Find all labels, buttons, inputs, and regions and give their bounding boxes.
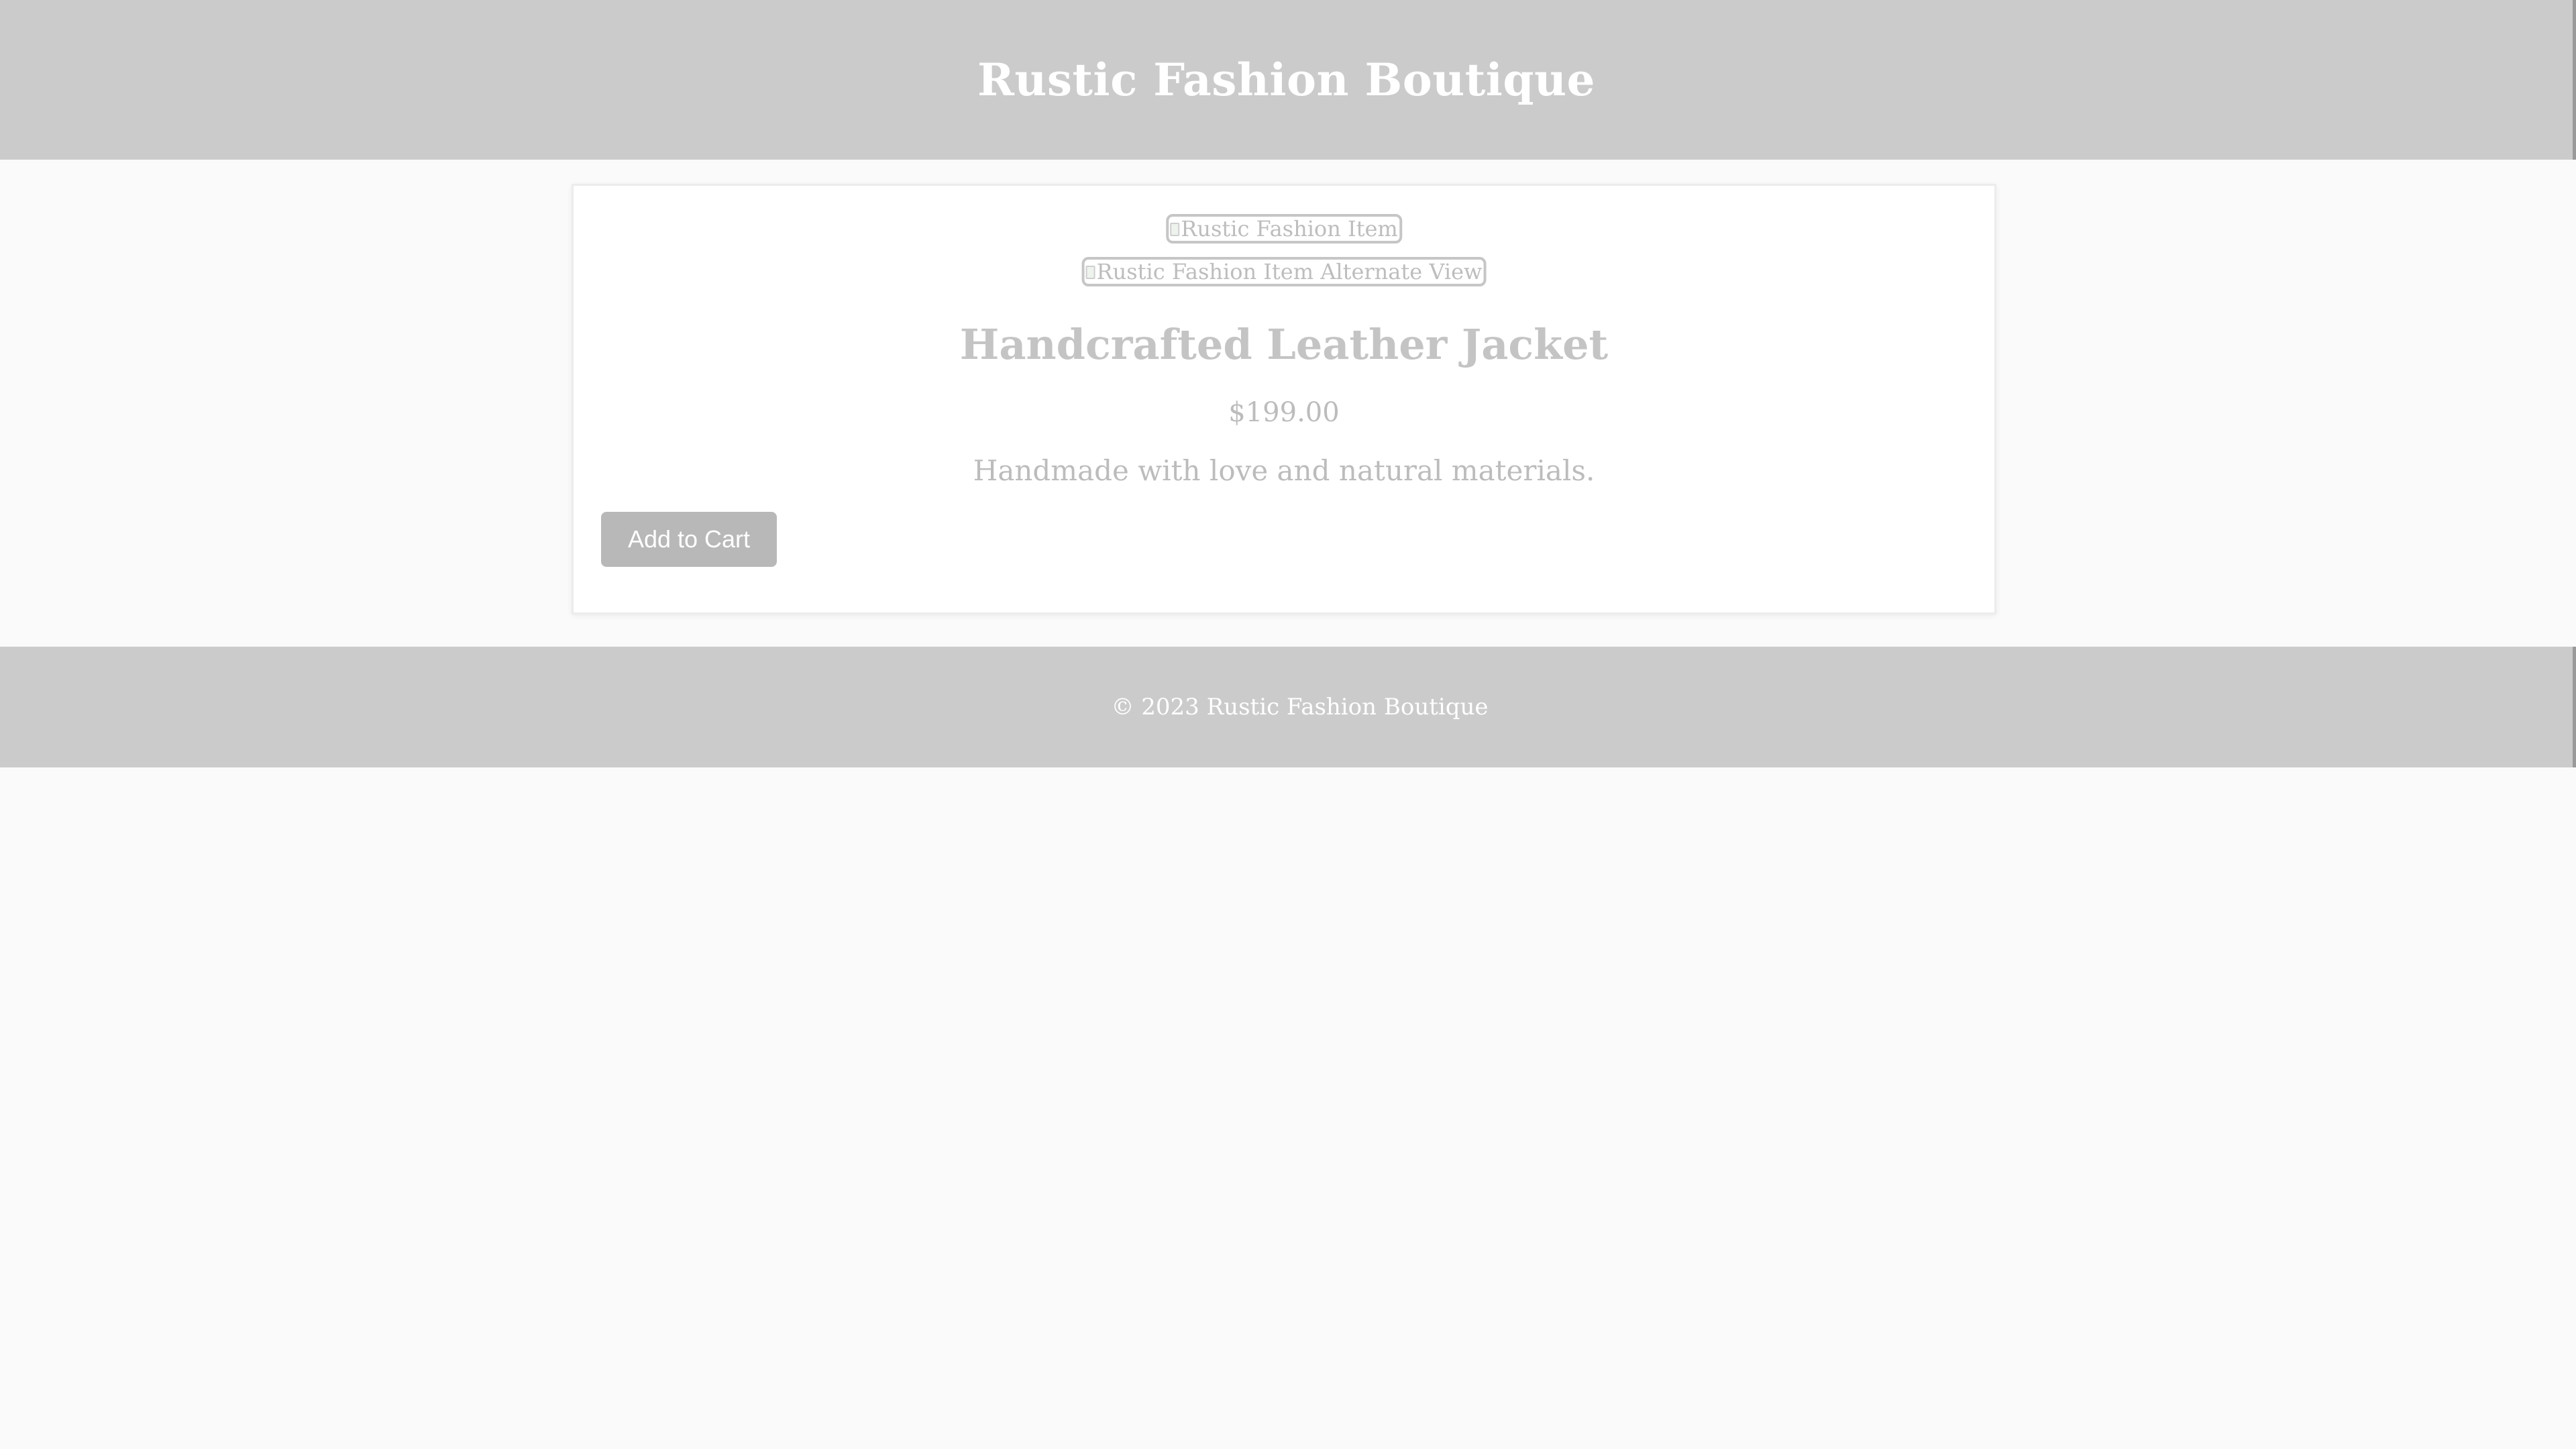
product-image-alternate: Rustic Fashion Item Alternate View <box>1081 257 1487 286</box>
broken-image-icon <box>1170 219 1180 239</box>
footer-copyright: © 2023 Rustic Fashion Boutique <box>1111 694 1489 720</box>
product-title: Handcrafted Leather Jacket <box>959 320 1609 369</box>
product-price: $199.00 <box>1228 397 1340 428</box>
broken-image-icon <box>1085 262 1095 282</box>
site-header: Rustic Fashion Boutique <box>0 0 2576 160</box>
product-card: Rustic Fashion Item Rustic Fashion Item … <box>572 184 1996 614</box>
add-to-cart-button[interactable]: Add to Cart <box>601 512 777 567</box>
site-footer: © 2023 Rustic Fashion Boutique <box>0 647 2576 767</box>
site-title: Rustic Fashion Boutique <box>977 54 1595 106</box>
product-image-alt: Rustic Fashion Item <box>1181 216 1398 241</box>
product-description: Handmade with love and natural materials… <box>973 454 1595 487</box>
product-image: Rustic Fashion Item <box>1166 214 1402 244</box>
product-image-alternate-alt: Rustic Fashion Item Alternate View <box>1096 259 1483 284</box>
